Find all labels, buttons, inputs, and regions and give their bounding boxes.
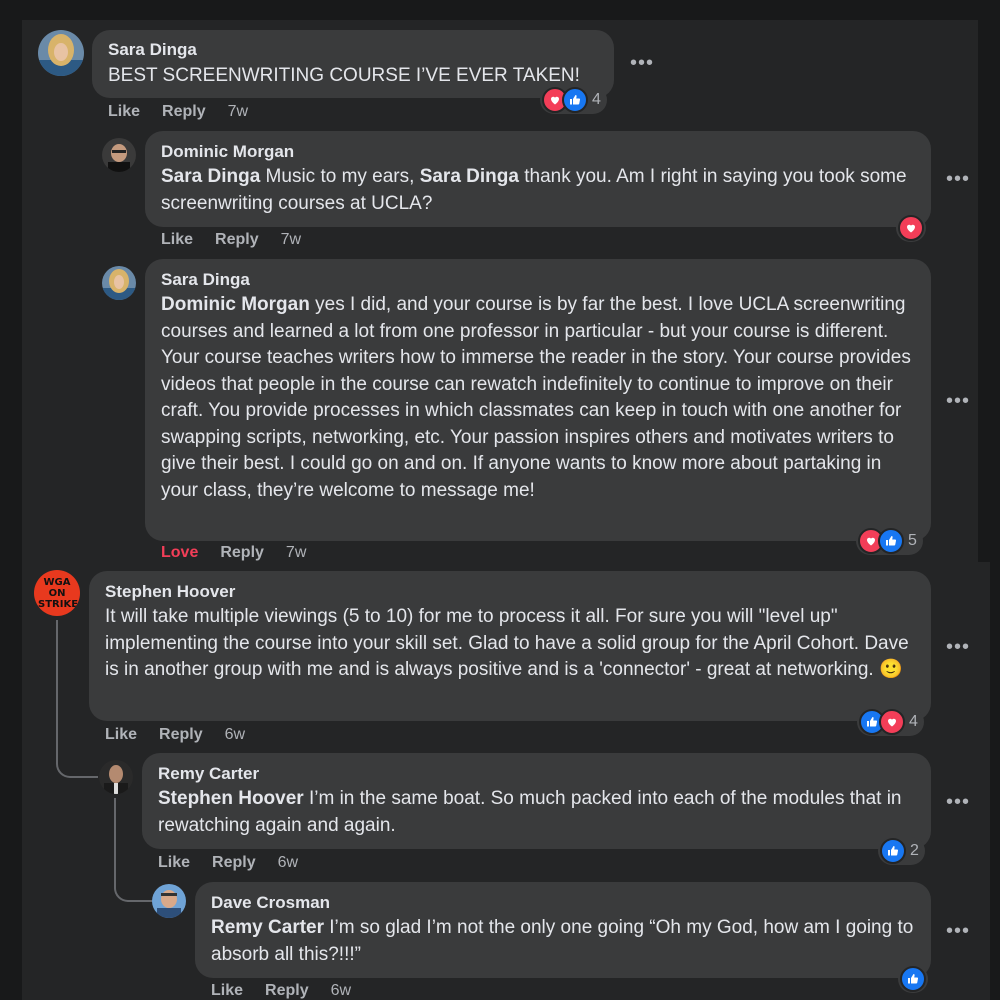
avatar[interactable] — [102, 266, 136, 300]
avatar[interactable] — [38, 30, 84, 76]
comment-author[interactable]: Remy Carter — [158, 764, 259, 784]
user-photo-icon — [99, 760, 133, 794]
love-button[interactable]: Love — [161, 544, 198, 561]
user-photo-icon — [152, 884, 186, 918]
more-options-icon[interactable]: ••• — [630, 52, 654, 75]
user-photo-icon — [38, 30, 84, 76]
mention-link[interactable]: Remy Carter — [211, 917, 324, 938]
reply-button[interactable]: Reply — [159, 726, 203, 743]
reaction-summary[interactable]: 2 — [878, 837, 925, 865]
like-button[interactable]: Like — [105, 726, 137, 743]
comment-text: Stephen Hoover I’m in the same boat. So … — [158, 788, 902, 836]
like-button[interactable]: Like — [108, 103, 140, 120]
more-options-icon[interactable]: ••• — [946, 168, 970, 191]
comment-text: BEST SCREENWRITING COURSE I’VE EVER TAKE… — [108, 65, 580, 86]
comment-actions: Like Reply 7w — [108, 103, 270, 121]
love-reaction-icon — [898, 215, 924, 241]
comment-bubble: Stephen Hoover It will take multiple vie… — [89, 571, 931, 721]
comment-bubble: Sara Dinga Dominic Morgan yes I did, and… — [145, 259, 931, 541]
more-options-icon[interactable]: ••• — [946, 920, 970, 943]
comment-actions: Like Reply 6w — [105, 726, 267, 744]
comment-author[interactable]: Sara Dinga — [108, 40, 197, 60]
timestamp[interactable]: 6w — [225, 726, 245, 743]
avatar-badge-text: WGA ON STRIKE — [38, 576, 79, 610]
comment-actions: Like Reply 7w — [161, 231, 323, 249]
reaction-summary[interactable]: 4 — [857, 708, 924, 736]
comment-text: It will take multiple viewings (5 to 10)… — [105, 606, 909, 680]
reaction-count: 4 — [592, 91, 601, 108]
like-button[interactable]: Like — [211, 982, 243, 999]
reply-button[interactable]: Reply — [215, 231, 259, 248]
more-options-icon[interactable]: ••• — [946, 636, 970, 659]
like-reaction-icon — [562, 87, 588, 113]
comment-actions: Love Reply 7w — [161, 544, 328, 562]
mention-link[interactable]: Sara Dinga — [161, 166, 260, 187]
like-reaction-icon — [880, 838, 906, 864]
more-options-icon[interactable]: ••• — [946, 390, 970, 413]
timestamp[interactable]: 7w — [228, 103, 248, 120]
reaction-count: 2 — [910, 842, 919, 859]
mention-link[interactable]: Sara Dinga — [420, 166, 519, 187]
reply-button[interactable]: Reply — [162, 103, 206, 120]
avatar[interactable] — [152, 884, 186, 918]
timestamp[interactable]: 6w — [331, 982, 351, 999]
reply-button[interactable]: Reply — [265, 982, 309, 999]
reaction-summary[interactable] — [898, 965, 928, 993]
comment-actions: Like Reply 6w — [158, 854, 320, 872]
reply-button[interactable]: Reply — [212, 854, 256, 871]
user-photo-icon — [102, 266, 136, 300]
timestamp[interactable]: 7w — [286, 544, 306, 561]
mention-link[interactable]: Stephen Hoover — [158, 788, 304, 809]
more-options-icon[interactable]: ••• — [946, 791, 970, 814]
reaction-summary[interactable] — [896, 214, 926, 242]
comment-author[interactable]: Dave Crosman — [211, 893, 330, 913]
reaction-summary[interactable]: 4 — [540, 86, 607, 114]
reaction-count: 5 — [908, 532, 917, 549]
avatar[interactable] — [102, 138, 136, 172]
like-reaction-icon — [878, 528, 904, 554]
love-reaction-icon — [879, 709, 905, 735]
user-photo-icon — [102, 138, 136, 172]
comment-bubble: Dave Crosman Remy Carter I’m so glad I’m… — [195, 882, 931, 978]
reply-button[interactable]: Reply — [220, 544, 264, 561]
comment-bubble: Remy Carter Stephen Hoover I’m in the sa… — [142, 753, 931, 849]
comment-bubble: Sara Dinga BEST SCREENWRITING COURSE I’V… — [92, 30, 614, 98]
comment-text: Remy Carter I’m so glad I’m not the only… — [211, 917, 914, 965]
comment-bubble: Dominic Morgan Sara Dinga Music to my ea… — [145, 131, 931, 227]
timestamp[interactable]: 6w — [278, 854, 298, 871]
reaction-summary[interactable]: 5 — [856, 527, 923, 555]
mention-link[interactable]: Dominic Morgan — [161, 294, 310, 315]
timestamp[interactable]: 7w — [281, 231, 301, 248]
comment-text: Sara Dinga Music to my ears, Sara Dinga … — [161, 166, 907, 214]
comment-author[interactable]: Stephen Hoover — [105, 582, 235, 602]
like-button[interactable]: Like — [158, 854, 190, 871]
avatar[interactable] — [99, 760, 133, 794]
comment-author[interactable]: Sara Dinga — [161, 270, 250, 290]
comment-text: Dominic Morgan yes I did, and your cours… — [161, 294, 911, 501]
like-button[interactable]: Like — [161, 231, 193, 248]
avatar[interactable]: WGA ON STRIKE — [34, 570, 80, 616]
comment-author[interactable]: Dominic Morgan — [161, 142, 294, 162]
like-reaction-icon — [900, 966, 926, 992]
reaction-count: 4 — [909, 713, 918, 730]
comment-actions: Like Reply 6w — [211, 982, 373, 1000]
